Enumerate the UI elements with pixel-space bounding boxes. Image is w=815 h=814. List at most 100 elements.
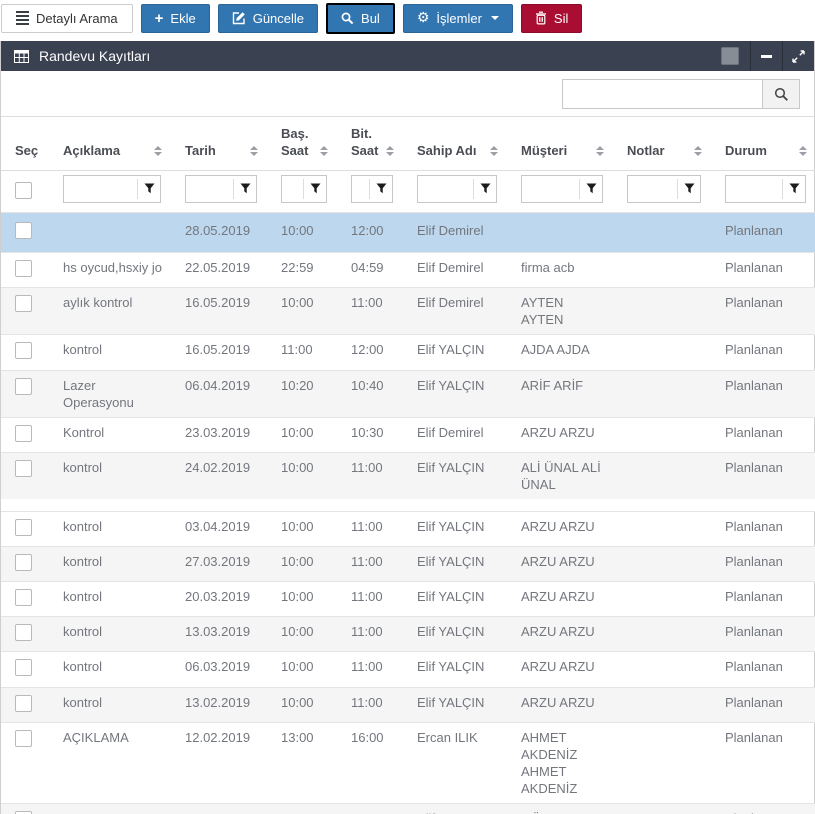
- cell-owner-name: Elif Demirel: [403, 417, 507, 452]
- row-checkbox[interactable]: [15, 624, 32, 641]
- row-select-cell: [1, 288, 49, 335]
- cell-notes: [613, 687, 711, 722]
- row-checkbox[interactable]: [15, 659, 32, 676]
- column-filter-input[interactable]: [726, 176, 782, 202]
- row-checkbox[interactable]: [15, 295, 32, 312]
- cell-owner-name: Elif Demirel: [403, 252, 507, 287]
- column-filter-input[interactable]: [628, 176, 677, 202]
- select-all-checkbox[interactable]: [15, 182, 32, 199]
- table-row[interactable]: hs oycud,hsxiy jo 22.05.2019 22:59 04:59…: [1, 252, 815, 287]
- sort-icon[interactable]: [250, 146, 258, 156]
- cell-date: 16.05.2019: [171, 288, 267, 335]
- column-label: Durum: [725, 143, 767, 158]
- cell-customer: ARZU ARZU: [507, 617, 613, 652]
- table-row[interactable]: kontrol 16.05.2019 11:00 12:00 Elif YALÇ…: [1, 335, 815, 370]
- widget-style-button[interactable]: [710, 41, 750, 71]
- update-label: Güncelle: [253, 11, 304, 26]
- table-row[interactable]: kontrol 27.03.2019 10:00 11:00 Elif YALÇ…: [1, 547, 815, 582]
- filter-icon[interactable]: [473, 179, 496, 199]
- cell-end-time: 16:00: [337, 722, 403, 804]
- sort-icon[interactable]: [596, 146, 604, 156]
- column-header[interactable]: Açıklama: [49, 117, 171, 170]
- row-checkbox[interactable]: [15, 425, 32, 442]
- row-checkbox[interactable]: [15, 342, 32, 359]
- table-row[interactable]: AÇIKLAMA 12.02.2019 13:00 16:00 Ercan IL…: [1, 722, 815, 804]
- detailed-search-button[interactable]: Detaylı Arama: [1, 4, 133, 33]
- sort-icon[interactable]: [490, 146, 498, 156]
- filter-cell: [337, 170, 403, 212]
- cell-end-time: 10:30: [337, 417, 403, 452]
- table-row[interactable]: Lazer Operasyonu 06.04.2019 10:20 10:40 …: [1, 370, 815, 417]
- edit-icon: [232, 11, 246, 25]
- filter-icon[interactable]: [369, 179, 392, 199]
- cell-start-time: 10:00: [267, 652, 337, 687]
- cell-customer: ARZU ARZU: [507, 687, 613, 722]
- column-header[interactable]: Durum: [711, 117, 815, 170]
- cell-status: Planlanan: [711, 417, 815, 452]
- column-header[interactable]: Bit. Saat: [337, 117, 403, 170]
- row-checkbox[interactable]: [15, 260, 32, 277]
- gear-icon: ⚙: [417, 11, 430, 25]
- table-row[interactable]: 28.05.2019 10:00 12:00 Elif Demirel Plan…: [1, 212, 815, 252]
- column-header[interactable]: Baş. Saat: [267, 117, 337, 170]
- update-button[interactable]: Güncelle: [218, 4, 318, 33]
- appointments-widget: Randevu Kayıtları S: [0, 41, 815, 814]
- filter-icon[interactable]: [233, 179, 256, 199]
- row-checkbox[interactable]: [15, 519, 32, 536]
- column-header[interactable]: Notlar: [613, 117, 711, 170]
- cell-owner-name: Elif YALÇIN: [403, 652, 507, 687]
- table-row[interactable]: Kontrol 23.03.2019 10:00 10:30 Elif Demi…: [1, 417, 815, 452]
- menu-icon: [16, 9, 29, 27]
- table-row[interactable]: kontrol 03.04.2019 10:00 11:00 Elif YALÇ…: [1, 511, 815, 546]
- table-row[interactable]: kontrol 06.03.2019 10:00 11:00 Elif YALÇ…: [1, 652, 815, 687]
- table-row[interactable]: aylık kontrol 16.05.2019 10:00 11:00 Eli…: [1, 288, 815, 335]
- filter-icon[interactable]: [579, 179, 602, 199]
- column-label: Açıklama: [63, 143, 120, 158]
- row-checkbox[interactable]: [15, 460, 32, 477]
- sort-icon[interactable]: [154, 146, 162, 156]
- row-checkbox[interactable]: [15, 378, 32, 395]
- filter-icon[interactable]: [137, 179, 160, 199]
- column-label: Seç: [15, 143, 38, 158]
- cell-notes: [613, 288, 711, 335]
- column-header[interactable]: Müşteri: [507, 117, 613, 170]
- filter-icon[interactable]: [677, 179, 700, 199]
- search-input[interactable]: [562, 79, 762, 109]
- row-select-cell: [1, 617, 49, 652]
- table-row[interactable]: kontrol 24.02.2019 10:00 11:00 Elif YALÇ…: [1, 453, 815, 500]
- cell-date: 12.02.2019: [171, 804, 267, 814]
- column-filter-input[interactable]: [352, 176, 369, 202]
- row-checkbox[interactable]: [15, 222, 32, 239]
- column-filter-input[interactable]: [64, 176, 137, 202]
- cell-notes: [613, 617, 711, 652]
- table-row[interactable]: kontrol 13.02.2019 10:00 11:00 Elif YALÇ…: [1, 687, 815, 722]
- sort-icon[interactable]: [694, 146, 702, 156]
- table-row[interactable]: kontrol 13.03.2019 10:00 11:00 Elif YALÇ…: [1, 617, 815, 652]
- sort-icon[interactable]: [320, 146, 328, 156]
- add-button[interactable]: + Ekle: [141, 4, 210, 33]
- fullscreen-button[interactable]: [782, 41, 814, 71]
- column-filter-input[interactable]: [186, 176, 233, 202]
- column-filter-input[interactable]: [522, 176, 579, 202]
- find-button[interactable]: Bul: [326, 3, 395, 34]
- row-checkbox[interactable]: [15, 695, 32, 712]
- column-header[interactable]: Sahip Adı: [403, 117, 507, 170]
- sort-icon[interactable]: [386, 146, 394, 156]
- column-header[interactable]: Tarih: [171, 117, 267, 170]
- table-row[interactable]: kontrol 20.03.2019 10:00 11:00 Elif YALÇ…: [1, 582, 815, 617]
- filter-icon[interactable]: [782, 179, 805, 199]
- column-filter-input[interactable]: [418, 176, 473, 202]
- search-button[interactable]: [762, 79, 800, 109]
- table-row[interactable]: muayene 12.02.2019 12:00 12:15 Elif YALÇ…: [1, 804, 815, 814]
- row-checkbox[interactable]: [15, 554, 32, 571]
- cell-status: Planlanan: [711, 212, 815, 252]
- delete-button[interactable]: Sil: [521, 4, 582, 33]
- row-checkbox[interactable]: [15, 730, 32, 747]
- sort-icon[interactable]: [799, 146, 807, 156]
- collapse-button[interactable]: [750, 41, 782, 71]
- column-header[interactable]: Seç: [1, 117, 49, 170]
- filter-icon[interactable]: [303, 179, 326, 199]
- column-filter-input[interactable]: [282, 176, 303, 202]
- operations-button[interactable]: ⚙ İşlemler: [403, 4, 513, 33]
- row-checkbox[interactable]: [15, 589, 32, 606]
